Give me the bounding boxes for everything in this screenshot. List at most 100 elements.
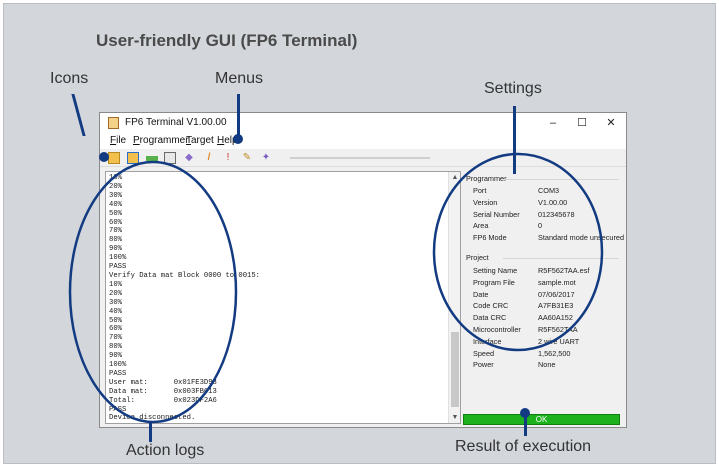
log-line: 50%: [109, 209, 122, 218]
toolbar-progress-track: [290, 157, 430, 159]
log-line: 50%: [109, 316, 122, 325]
icons-leader: [71, 94, 86, 136]
log-line: PASS: [109, 405, 127, 414]
logs-leader: [149, 422, 152, 442]
erase-icon[interactable]: ◆: [183, 152, 195, 164]
window-title: FP6 Terminal V1.00.00: [125, 117, 227, 128]
log-line: 30%: [109, 298, 122, 307]
result-dot: [520, 408, 530, 418]
log-line: 90%: [109, 352, 122, 361]
minimize-button[interactable]: –: [541, 115, 565, 131]
menu-bar: File Programmer Target Help: [100, 133, 626, 149]
log-line: Verify Data mat Block 0000 to 0015:: [109, 271, 260, 280]
property-value: AA60A152: [538, 313, 573, 323]
run-icon[interactable]: ✦: [260, 152, 272, 164]
log-line: 90%: [109, 245, 122, 254]
property-value: 0: [538, 221, 543, 231]
log-line: 80%: [109, 236, 122, 245]
log-line: 100%: [109, 254, 127, 263]
property-label: Area: [473, 221, 489, 231]
callout-icons: Icons: [50, 70, 89, 87]
settings-icon[interactable]: [146, 156, 158, 161]
scroll-thumb[interactable]: [451, 332, 459, 407]
slide-heading: User-friendly GUI (FP6 Terminal): [96, 31, 358, 50]
property-value: 2 wire UART: [538, 336, 580, 346]
property-value: A7FB31E3: [538, 301, 574, 311]
property-label: Code CRC: [473, 301, 509, 311]
scroll-up-icon[interactable]: ▲: [449, 174, 460, 181]
property-value: None: [538, 360, 556, 370]
toolbar: ◆ / ! ✎ ✦: [100, 149, 626, 167]
property-label: FP6 Mode: [473, 233, 507, 243]
property-label: Data CRC: [473, 313, 507, 323]
log-line: Total: 0x023DF2A6: [109, 396, 217, 405]
connect-icon[interactable]: [108, 152, 120, 164]
callout-settings: Settings: [484, 80, 542, 97]
property-value: 1,562,500: [538, 348, 571, 358]
divider: [503, 258, 619, 259]
log-line: Device disconnected.: [109, 414, 196, 423]
slide-panel: User-friendly GUI (FP6 Terminal) Icons M…: [3, 3, 716, 464]
property-value: 012345678: [538, 209, 575, 219]
verify-icon[interactable]: !: [222, 152, 234, 164]
settings-panel: Programmer Port COM3 Version V1.00.00 Serial…: [463, 171, 624, 411]
log-line: 70%: [109, 334, 122, 343]
log-lines: 10% 20% 30% 40% 50% 60% 70% 80% 90% 100% PASS Verif…: [109, 174, 260, 424]
property-label: Interface: [473, 336, 502, 346]
property-label: Setting Name: [473, 266, 518, 275]
callout-menus: Menus: [215, 70, 264, 87]
property-value: R5F562TAA: [538, 325, 578, 334]
callout-result: Result of execution: [455, 438, 592, 455]
property-value: COM3: [538, 186, 560, 195]
menu-programmer[interactable]: Programmer: [133, 135, 189, 146]
copy-icon[interactable]: [164, 152, 176, 164]
log-line: Erase,Program operation finished.: [109, 423, 260, 424]
callout-action-logs: Action logs: [126, 442, 205, 459]
property-label: Program File: [473, 277, 515, 287]
menu-target[interactable]: Target: [186, 135, 214, 146]
property-label: Serial Number: [473, 209, 520, 219]
log-line: 60%: [109, 218, 122, 227]
title-bar: FP6 Terminal V1.00.00 – ☐ ✕: [100, 113, 626, 133]
menus-leader: [237, 94, 240, 138]
scroll-down-icon[interactable]: ▼: [449, 414, 460, 421]
property-value: sample.mot: [538, 277, 576, 287]
result-bar: OK: [463, 414, 620, 425]
app-window: FP6 Terminal V1.00.00 – ☐ ✕ File Program…: [99, 112, 627, 428]
settings-leader: [513, 106, 516, 174]
log-line: 30%: [109, 191, 122, 200]
log-line: PASS: [109, 263, 127, 272]
log-line: 20%: [109, 289, 122, 298]
property-label: Power: [473, 360, 494, 370]
property-value: R5F562TAA.esf: [538, 266, 590, 275]
log-line: 40%: [109, 200, 122, 209]
property-label: Port: [473, 186, 487, 195]
close-button[interactable]: ✕: [599, 115, 623, 131]
log-line: 100%: [109, 361, 127, 370]
app-icon: [108, 117, 119, 129]
menu-file[interactable]: File: [110, 135, 126, 146]
log-line: User mat: 0x01FE3D93: [109, 378, 217, 387]
property-label: Date: [473, 289, 489, 299]
programmer-section-header: Programmer: [466, 174, 507, 183]
log-line: 40%: [109, 307, 122, 316]
property-label: Version: [473, 197, 498, 207]
divider: [503, 179, 619, 180]
log-line: PASS: [109, 369, 127, 378]
property-value: 07/06/2017: [538, 289, 575, 299]
disconnect-icon[interactable]: [127, 152, 139, 164]
log-line: 70%: [109, 227, 122, 236]
log-scrollbar[interactable]: ▲ ▼: [448, 172, 460, 423]
property-value: Standard mode unsecured: [538, 233, 624, 243]
program-icon[interactable]: ✎: [241, 152, 253, 164]
log-line: 10%: [109, 174, 122, 182]
log-line: 10%: [109, 280, 122, 289]
action-log-area[interactable]: 10% 20% 30% 40% 50% 60% 70% 80% 90% 100% PASS Verif…: [105, 171, 461, 424]
property-value: V1.00.00: [538, 197, 568, 207]
log-line: 60%: [109, 325, 122, 334]
menus-dot: [233, 134, 243, 144]
log-line: 80%: [109, 343, 122, 352]
maximize-button[interactable]: ☐: [570, 115, 594, 131]
log-line: Data mat: 0x003FB613: [109, 387, 217, 396]
write-icon[interactable]: /: [203, 152, 215, 164]
